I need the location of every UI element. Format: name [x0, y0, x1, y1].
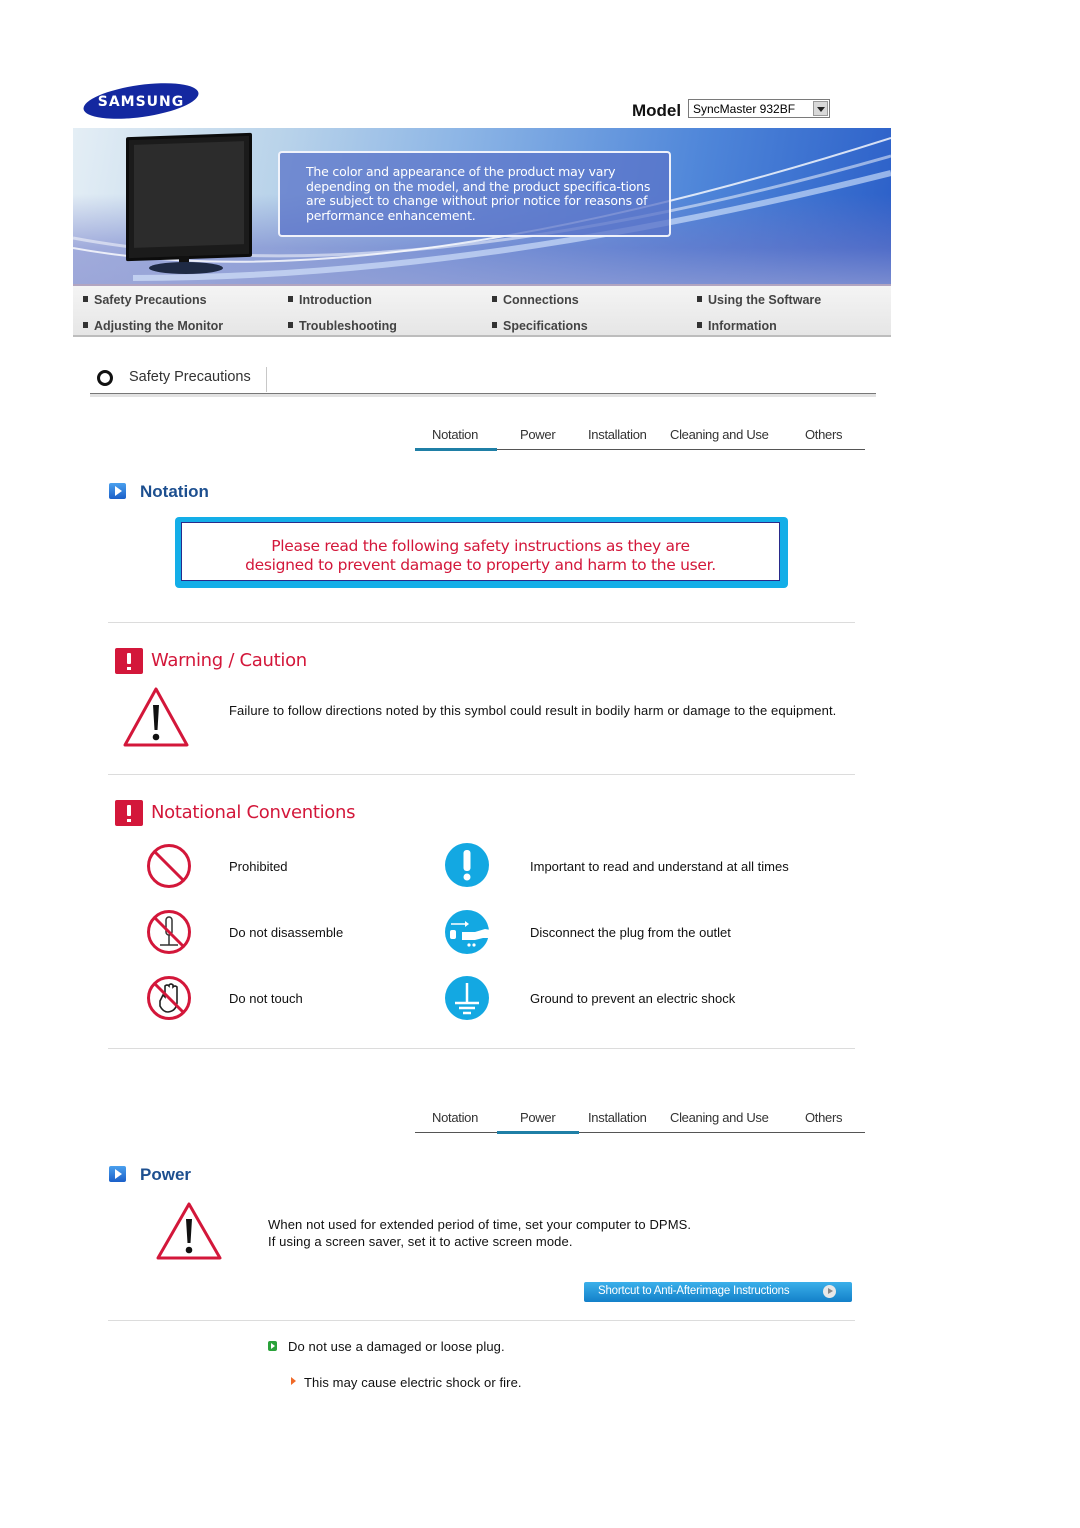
- section-title: Safety Precautions: [129, 369, 251, 385]
- subsection-tabs: Notation Power Installation Cleaning and…: [415, 1110, 865, 1134]
- warning-triangle-icon: [155, 1201, 223, 1266]
- convention-label: Disconnect the plug from the outlet: [530, 925, 731, 940]
- disconnect-plug-icon: [445, 910, 491, 959]
- prohibited-icon: [146, 843, 192, 894]
- tab-power[interactable]: Power: [520, 427, 556, 442]
- tab-cleaning-and-use[interactable]: Cleaning and Use: [670, 427, 769, 442]
- conventions-heading: Notational Conventions: [151, 802, 356, 823]
- bullet-icon: [288, 296, 293, 302]
- anti-afterimage-shortcut-button[interactable]: Shortcut to Anti-Afterimage Instructions: [584, 1282, 852, 1302]
- divider: [108, 774, 855, 775]
- nav-label: Specifications: [503, 319, 588, 333]
- nav-label: Information: [708, 319, 777, 333]
- power-text-line-2: If using a screen saver, set it to activ…: [268, 1234, 573, 1249]
- power-bullet: Do not use a damaged or loose plug.: [288, 1339, 505, 1354]
- tab-power[interactable]: Power: [520, 1110, 556, 1125]
- samsung-logo: SAMSUNG: [82, 82, 200, 120]
- subsection-tabs: Notation Power Installation Cleaning and…: [415, 427, 865, 451]
- power-heading: Power: [140, 1165, 192, 1184]
- orange-arrow-icon: [291, 1377, 296, 1385]
- divider: [90, 394, 876, 397]
- model-label: Model: [632, 101, 682, 120]
- nav-label: Safety Precautions: [94, 293, 207, 307]
- nav-label: Connections: [503, 293, 579, 307]
- important-icon: [445, 843, 489, 892]
- divider: [108, 622, 855, 623]
- main-nav: Safety Precautions Introduction Connecti…: [73, 284, 891, 337]
- do-not-touch-icon: [146, 975, 192, 1026]
- warning-triangle-icon: [122, 686, 190, 753]
- bullet-icon: [492, 296, 497, 302]
- bullet-icon: [697, 322, 702, 328]
- tab-cleaning-and-use[interactable]: Cleaning and Use: [670, 1110, 769, 1125]
- nav-item-using-software[interactable]: Using the Software: [697, 293, 821, 307]
- convention-label: Ground to prevent an electric shock: [530, 991, 736, 1006]
- notice-line-2: designed to prevent damage to property a…: [245, 556, 716, 574]
- warning-text: Failure to follow directions noted by th…: [229, 703, 837, 718]
- bullet-icon: [83, 322, 88, 328]
- warning-heading: Warning / Caution: [151, 650, 307, 671]
- convention-label: Do not touch: [229, 991, 303, 1006]
- nav-item-information[interactable]: Information: [697, 319, 777, 333]
- nav-item-adjusting-monitor[interactable]: Adjusting the Monitor: [83, 319, 223, 333]
- play-icon: [109, 1166, 126, 1182]
- divider: [266, 367, 267, 392]
- arrow-right-icon: [823, 1285, 836, 1298]
- convention-label: Important to read and understand at all …: [530, 859, 789, 874]
- convention-label: Do not disassemble: [229, 925, 344, 940]
- nav-label: Troubleshooting: [299, 319, 397, 333]
- tab-installation[interactable]: Installation: [588, 427, 647, 442]
- power-text-line-1: When not used for extended period of tim…: [268, 1217, 692, 1232]
- tab-installation[interactable]: Installation: [588, 1110, 647, 1125]
- bullet-icon: [83, 296, 88, 302]
- chevron-down-icon[interactable]: [813, 101, 828, 116]
- power-sub-bullet: This may cause electric shock or fire.: [304, 1375, 522, 1390]
- nav-label: Using the Software: [708, 293, 822, 307]
- power-text: When not used for extended period of tim…: [268, 1216, 691, 1250]
- nav-item-specifications[interactable]: Specifications: [492, 319, 588, 333]
- divider: [108, 1048, 855, 1049]
- banner-note: The color and appearance of the product …: [278, 151, 671, 237]
- nav-item-safety-precautions[interactable]: Safety Precautions: [83, 293, 207, 307]
- ground-icon: [445, 976, 489, 1025]
- bullet-icon: [288, 322, 293, 328]
- divider: [108, 1320, 855, 1321]
- banner-note-text: The color and appearance of the product …: [306, 164, 651, 223]
- convention-label: Prohibited: [229, 859, 288, 874]
- bullet-icon: [697, 296, 702, 302]
- tab-notation[interactable]: Notation: [432, 1110, 478, 1125]
- nav-label: Introduction: [299, 293, 372, 307]
- shortcut-label: Shortcut to Anti-Afterimage Instructions: [598, 1285, 790, 1297]
- model-select-value: SyncMaster 932BF: [693, 102, 796, 116]
- exclamation-icon: [115, 800, 143, 826]
- logo-text: SAMSUNG: [98, 94, 185, 110]
- notice-line-1: Please read the following safety instruc…: [271, 537, 690, 555]
- circle-icon: [97, 370, 113, 386]
- tab-others[interactable]: Others: [805, 1110, 843, 1125]
- hero-banner: The color and appearance of the product …: [73, 128, 891, 284]
- bullet-icon: [492, 322, 497, 328]
- nav-item-troubleshooting[interactable]: Troubleshooting: [288, 319, 397, 333]
- active-tab-indicator: [415, 448, 497, 451]
- safety-notice-box: Please read the following safety instruc…: [175, 517, 788, 588]
- tab-notation[interactable]: Notation: [432, 427, 478, 442]
- nav-item-connections[interactable]: Connections: [492, 293, 579, 307]
- do-not-disassemble-icon: [146, 909, 192, 960]
- monitor-image: [126, 132, 252, 262]
- nav-label: Adjusting the Monitor: [94, 319, 224, 333]
- tab-others[interactable]: Others: [805, 427, 843, 442]
- green-bullet-icon: [268, 1341, 277, 1351]
- nav-item-introduction[interactable]: Introduction: [288, 293, 372, 307]
- exclamation-icon: [115, 648, 143, 674]
- active-tab-indicator: [497, 1131, 579, 1134]
- notation-heading: Notation: [140, 482, 209, 501]
- model-select[interactable]: SyncMaster 932BF: [688, 99, 830, 118]
- play-icon: [109, 483, 126, 499]
